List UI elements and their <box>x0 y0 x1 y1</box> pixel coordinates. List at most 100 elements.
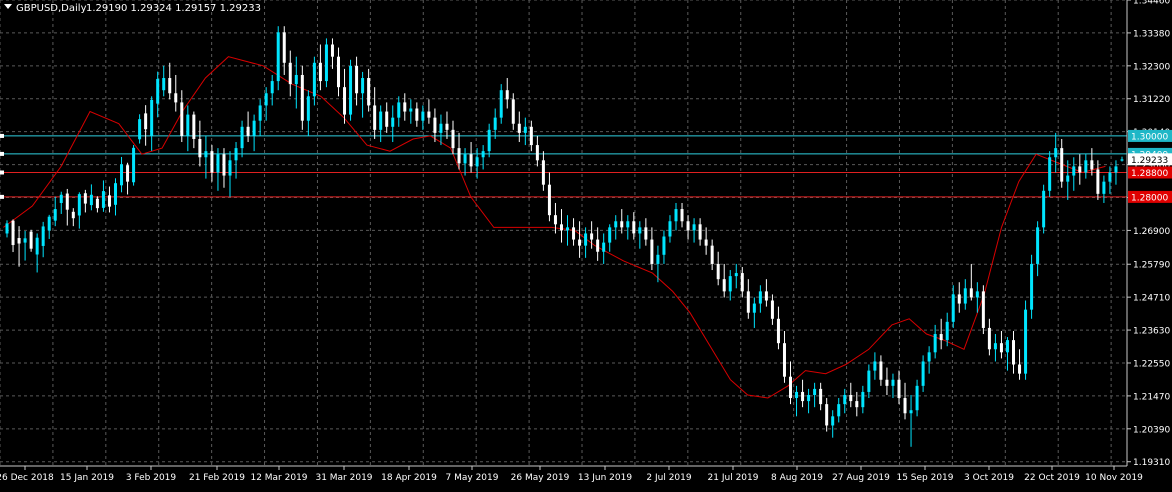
candle-body <box>415 108 419 121</box>
candle-body <box>740 273 744 292</box>
candle-body <box>1030 263 1034 310</box>
time-tick-label: 12 Mar 2019 <box>250 473 307 483</box>
candle-body <box>409 108 413 112</box>
time-tick-label: 22 Oct 2019 <box>1024 473 1080 483</box>
candle-body <box>216 154 220 173</box>
chart-header: GBPUSD,Daily 1.29190 1.29324 1.29157 1.2… <box>4 3 261 14</box>
candle-body <box>113 183 117 205</box>
candle-body <box>1084 160 1088 173</box>
candle-body <box>198 138 202 158</box>
candle-body <box>662 236 666 255</box>
price-label-text: 1.28800 <box>1131 169 1168 179</box>
candle-body <box>505 90 509 100</box>
candle <box>300 65 304 130</box>
time-tick-label: 15 Jan 2019 <box>60 473 114 483</box>
candle-body <box>53 209 57 221</box>
time-tick-label: 26 Dec 2018 <box>0 473 54 483</box>
candle-body <box>487 129 491 152</box>
candle-body <box>324 44 328 82</box>
hline-handle-icon[interactable] <box>0 170 4 175</box>
candle-body <box>987 327 991 350</box>
candle-body <box>686 221 690 231</box>
candle-body <box>5 223 9 234</box>
price-tick-label: 1.34460 <box>1133 0 1170 7</box>
candle-body <box>831 416 835 426</box>
candle-body <box>312 62 316 97</box>
candle-body <box>391 117 395 127</box>
hline-handle-icon[interactable] <box>0 133 4 138</box>
price-tick-label: 1.26900 <box>1133 227 1170 237</box>
hline-handle-icon[interactable] <box>0 151 4 156</box>
candle-body <box>849 394 853 402</box>
time-tick-label: 21 Feb 2019 <box>189 473 245 483</box>
candle-body <box>644 227 648 240</box>
candle-body <box>421 111 425 121</box>
symbol-label: GBPUSD,Daily <box>16 3 87 14</box>
candle-body <box>204 151 208 158</box>
candle-body <box>801 391 805 402</box>
chart-window[interactable]: 1.344601.333801.323001.312201.301401.290… <box>0 0 1172 488</box>
candle-body <box>825 404 829 426</box>
candle-body <box>89 194 93 206</box>
candle-body <box>29 231 33 249</box>
candle-body <box>752 303 756 313</box>
candle-body <box>1036 227 1040 264</box>
candle-body <box>578 239 582 246</box>
candle-body <box>180 102 184 136</box>
candle-body <box>734 273 738 277</box>
candle-body <box>126 165 130 182</box>
candle-body <box>764 291 768 301</box>
time-tick-label: 26 May 2019 <box>511 473 570 483</box>
time-tick-label: 13 Jun 2019 <box>578 473 632 483</box>
candle-body <box>318 62 322 82</box>
price-label-text: 1.29233 <box>1131 156 1168 166</box>
candle-body <box>680 209 684 222</box>
candle-body <box>1066 175 1070 182</box>
price-tick-label: 1.21470 <box>1133 392 1170 402</box>
candle-body <box>885 379 889 386</box>
candle-body <box>517 123 521 133</box>
candle-body <box>915 385 919 411</box>
candle-body <box>819 388 823 405</box>
candle-body <box>23 238 27 243</box>
candle <box>276 26 280 91</box>
candle-body <box>776 318 780 344</box>
time-tick-label: 10 Nov 2019 <box>1085 473 1143 483</box>
candle-body <box>288 62 292 85</box>
candle-body <box>156 78 160 104</box>
candle-body <box>294 74 298 85</box>
price-labels: 1.300001.294091.292331.288001.28000 <box>1128 129 1172 203</box>
candle-body <box>445 123 449 130</box>
candle-body <box>650 239 654 264</box>
chart-svg[interactable]: 1.344601.333801.323001.312201.301401.290… <box>0 0 1172 488</box>
candle-body <box>336 56 340 88</box>
candle-body <box>379 111 383 130</box>
candle-body <box>957 294 961 304</box>
candle-body <box>891 379 895 386</box>
candle-body <box>1096 169 1100 194</box>
candle-body <box>746 291 750 313</box>
candle <box>1042 184 1046 234</box>
candle-body <box>1114 166 1118 173</box>
price-tick-label: 1.24710 <box>1133 294 1170 304</box>
hline-handle-icon[interactable] <box>0 194 4 199</box>
candle-body <box>493 117 497 130</box>
candle-body <box>704 239 708 246</box>
candle-body <box>1012 340 1016 365</box>
candle-body <box>120 164 124 186</box>
time-tick-label: 7 May 2019 <box>446 473 499 483</box>
candle-body <box>523 126 527 133</box>
candle-body <box>457 148 461 164</box>
price-tick-label: 1.20390 <box>1133 425 1170 435</box>
candle-body <box>258 105 262 121</box>
time-tick-label: 8 Aug 2019 <box>771 473 823 483</box>
candle-body <box>306 96 310 121</box>
candle <box>324 38 328 88</box>
candle <box>1030 254 1034 319</box>
candle-body <box>596 239 600 252</box>
candle-body <box>132 147 136 183</box>
candle-body <box>469 154 473 167</box>
candle-body <box>1018 364 1022 374</box>
candle-body <box>403 102 407 112</box>
candle-body <box>559 224 563 231</box>
